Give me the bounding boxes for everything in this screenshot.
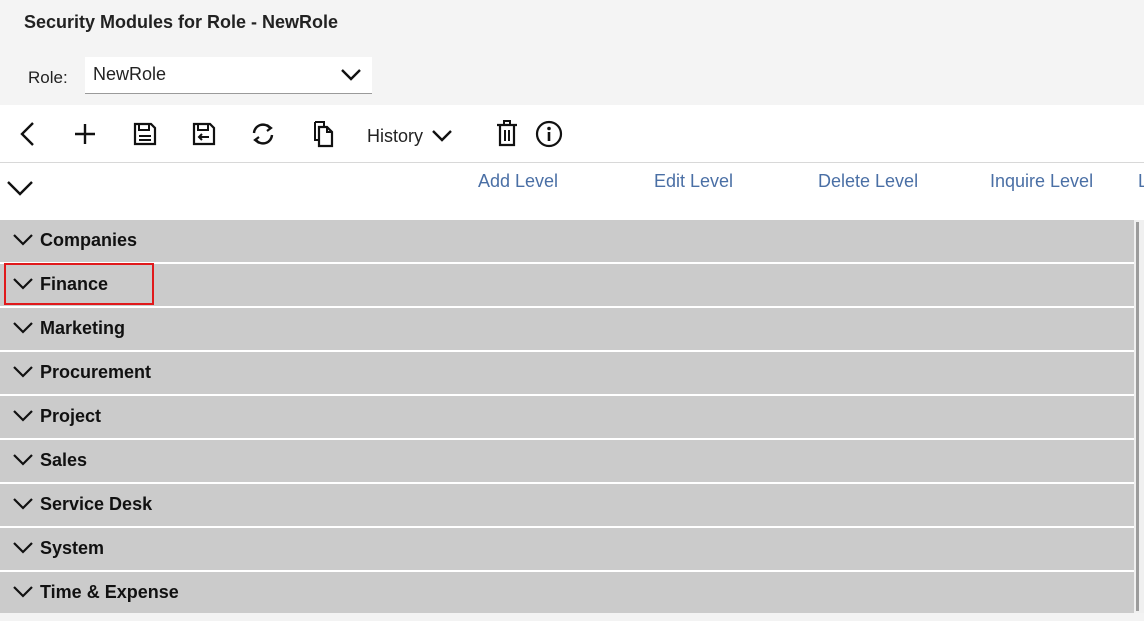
page-header: Security Modules for Role - NewRole Role… <box>0 0 1144 105</box>
module-label: Procurement <box>40 362 152 382</box>
chevron-down-icon <box>13 586 33 598</box>
column-add-level[interactable]: Add Level <box>478 171 558 192</box>
module-row-procurement[interactable]: Procurement <box>0 352 1134 394</box>
chevron-down-icon <box>13 322 33 334</box>
history-label: History <box>367 125 424 146</box>
save-and-close-button[interactable] <box>189 119 219 149</box>
bottom-strip <box>0 613 1144 621</box>
module-label: Time & Expense <box>40 582 179 602</box>
info-icon <box>535 120 563 148</box>
chevron-down-icon <box>13 454 33 466</box>
module-row-service-desk[interactable]: Service Desk <box>0 484 1134 526</box>
delete-button[interactable] <box>492 119 522 149</box>
module-list: Companies Finance Marketing Procurement … <box>0 220 1134 614</box>
module-row-marketing[interactable]: Marketing <box>0 308 1134 350</box>
module-row-sales[interactable]: Sales <box>0 440 1134 482</box>
add-button[interactable] <box>70 119 100 149</box>
refresh-icon <box>252 123 274 145</box>
role-select[interactable]: NewRole <box>85 57 372 94</box>
module-label: Service Desk <box>40 494 153 514</box>
history-dropdown[interactable]: History <box>367 122 453 150</box>
page-title: Security Modules for Role - NewRole <box>24 12 339 32</box>
chevron-down-icon <box>13 410 33 422</box>
back-icon <box>20 122 34 146</box>
module-label: System <box>40 538 105 558</box>
save-and-close-icon <box>192 122 216 146</box>
copy-button[interactable] <box>308 119 338 149</box>
chevron-down-icon <box>13 542 33 554</box>
chevron-down-icon <box>13 278 33 290</box>
module-row-project[interactable]: Project <box>0 396 1134 438</box>
vertical-scrollbar[interactable] <box>1134 220 1144 613</box>
save-icon <box>133 122 157 146</box>
module-row-companies[interactable]: Companies <box>0 220 1134 262</box>
refresh-button[interactable] <box>248 119 278 149</box>
toolbar: History <box>0 105 1144 163</box>
module-row-time-expense[interactable]: Time & Expense <box>0 572 1134 614</box>
module-label: Companies <box>40 230 138 250</box>
column-header: Add Level Edit Level Delete Level Inquir… <box>0 163 1144 220</box>
chevron-down-icon <box>13 498 33 510</box>
module-row-finance[interactable]: Finance <box>0 264 1134 306</box>
module-label: Sales <box>40 450 88 470</box>
column-delete-level[interactable]: Delete Level <box>818 171 918 192</box>
chevron-down-icon <box>432 130 452 142</box>
role-label: Role: <box>28 68 68 87</box>
module-label: Finance <box>40 274 109 294</box>
module-label: Project <box>40 406 102 426</box>
column-truncated[interactable]: L <box>1138 171 1144 192</box>
scrollbar-thumb[interactable] <box>1136 222 1139 611</box>
add-icon <box>75 124 95 144</box>
module-label: Marketing <box>40 318 126 338</box>
role-select-value: NewRole <box>93 64 167 84</box>
back-button[interactable] <box>12 119 42 149</box>
chevron-down-icon <box>13 366 33 378</box>
copy-icon <box>314 121 334 148</box>
collapse-all-chevron-icon[interactable] <box>6 177 34 199</box>
save-button[interactable] <box>130 119 160 149</box>
module-row-system[interactable]: System <box>0 528 1134 570</box>
delete-icon <box>497 120 517 147</box>
column-inquire-level[interactable]: Inquire Level <box>990 171 1093 192</box>
chevron-down-icon <box>341 69 361 81</box>
column-edit-level[interactable]: Edit Level <box>654 171 733 192</box>
security-modules-page: Security Modules for Role - NewRole Role… <box>0 0 1144 621</box>
info-button[interactable] <box>534 119 564 149</box>
chevron-down-icon <box>13 234 33 246</box>
